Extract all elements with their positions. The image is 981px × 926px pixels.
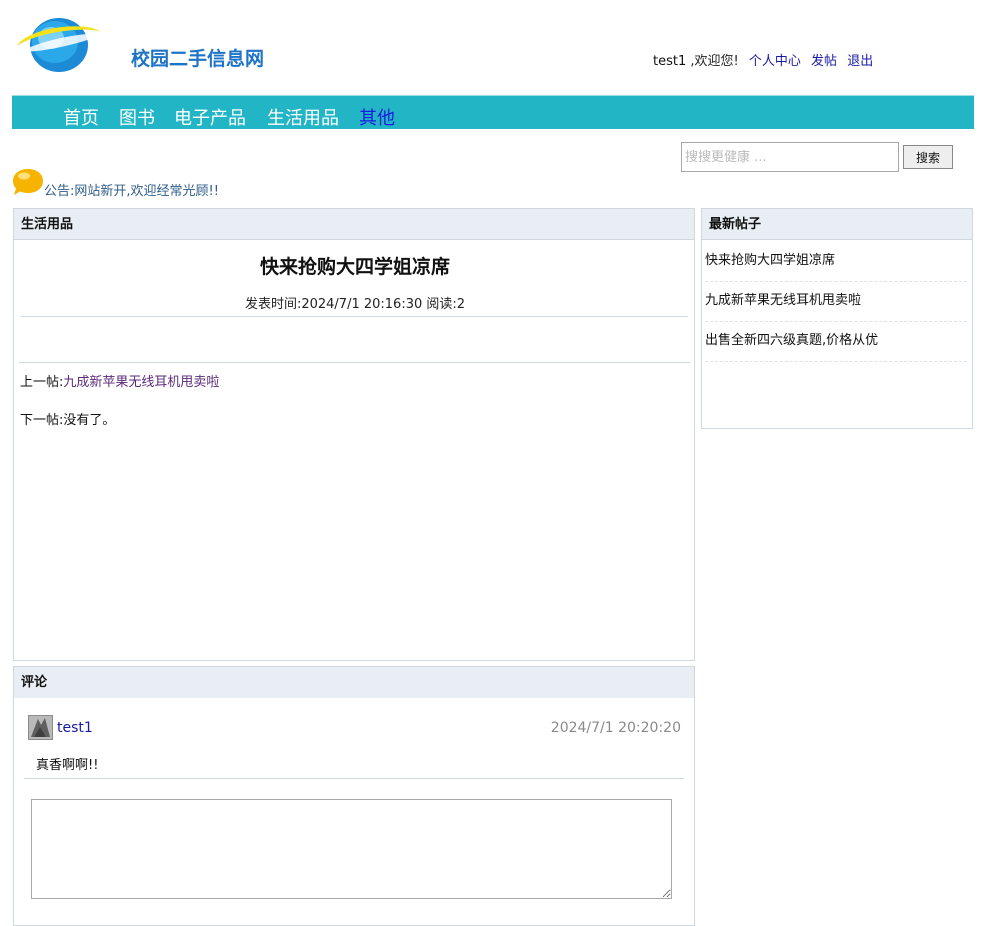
post-title: 快来抢购大四学姐凉席: [259, 256, 450, 278]
latest-posts-header: 最新帖子: [702, 209, 972, 240]
latest-post-item[interactable]: 九成新苹果无线耳机甩卖啦: [705, 281, 967, 322]
latest-post-item[interactable]: 出售全新四六级真题,价格从优: [705, 321, 967, 362]
next-post: 下一帖:没有了。: [20, 409, 115, 428]
site-name: 校园二手信息网: [131, 48, 265, 70]
comments-panel: 评论 test1 2024/7/1 20:20:20 真香啊啊!!: [13, 666, 695, 926]
search-input[interactable]: [681, 142, 899, 172]
notice-text: 公告:网站新开,欢迎经常光顾!!: [44, 184, 219, 199]
comment-user-link[interactable]: test1: [57, 720, 93, 736]
nav-item-electronics[interactable]: 电子产品: [174, 104, 246, 130]
logout-link[interactable]: 退出: [847, 54, 873, 69]
prev-post-label: 上一帖:: [20, 375, 64, 390]
latest-post-item[interactable]: 快来抢购大四学姐凉席: [705, 241, 967, 282]
latest-posts-panel: 最新帖子 快来抢购大四学姐凉席 九成新苹果无线耳机甩卖啦 出售全新四六级真题,价…: [701, 208, 973, 429]
welcome-text: ,欢迎您!: [686, 54, 739, 69]
nav-item-daily-goods[interactable]: 生活用品: [267, 104, 339, 130]
new-post-link[interactable]: 发帖: [811, 54, 837, 69]
comment-input[interactable]: [31, 799, 672, 899]
user-bar: test1 ,欢迎您! 个人中心 发帖 退出: [653, 50, 873, 69]
comment-time: 2024/7/1 20:20:20: [550, 720, 681, 736]
post-category-header: 生活用品: [14, 209, 694, 240]
nav-item-books[interactable]: 图书: [119, 104, 155, 130]
profile-link[interactable]: 个人中心: [749, 54, 801, 69]
nav-item-other[interactable]: 其他: [359, 104, 395, 130]
divider: [19, 362, 690, 363]
prev-post: 上一帖:九成新苹果无线耳机甩卖啦: [20, 371, 219, 390]
next-post-text: 没有了。: [63, 413, 116, 428]
post-panel: 生活用品 快来抢购大四学姐凉席 发表时间:2024/7/1 20:16:30 阅…: [13, 208, 695, 661]
search-button[interactable]: 搜索: [903, 145, 953, 169]
next-post-label: 下一帖:: [20, 413, 64, 428]
globe-logo-icon: [17, 18, 103, 72]
post-meta: 发表时间:2024/7/1 20:16:30 阅读:2: [244, 297, 466, 312]
speech-bubble-icon: [13, 169, 43, 195]
site-logo[interactable]: 校园二手信息网: [15, 12, 264, 76]
divider: [21, 316, 688, 317]
divider: [24, 778, 684, 779]
main-nav: 首页 图书 电子产品 生活用品 其他: [12, 95, 974, 129]
prev-post-link[interactable]: 九成新苹果无线耳机甩卖啦: [63, 375, 219, 390]
nav-item-home[interactable]: 首页: [63, 104, 99, 130]
username: test1: [653, 54, 687, 69]
avatar: [28, 715, 53, 740]
comment-text: 真香啊啊!!: [36, 758, 99, 773]
comments-header: 评论: [14, 667, 694, 698]
